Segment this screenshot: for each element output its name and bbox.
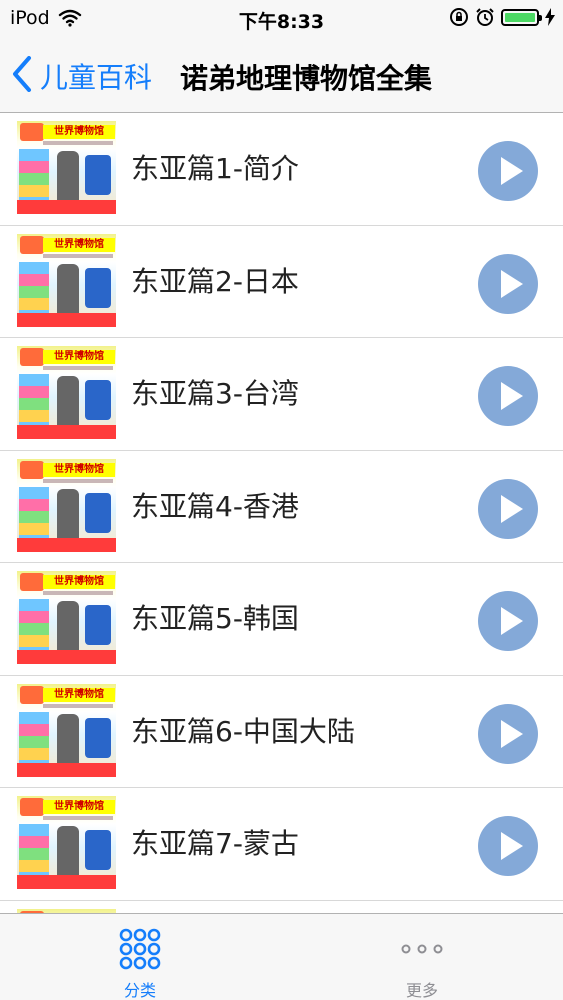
- episode-list: 世界博物馆 东亚篇1-简介 世界博物馆 东亚篇2-日本 世界博物馆 东亚篇3-台…: [0, 113, 563, 913]
- thumbnail-art: [85, 830, 111, 870]
- list-item[interactable]: 世界博物馆: [0, 901, 563, 913]
- app-screen: iPod 下午8:33 儿童百科 诺弟地理博物馆全集 世界博物馆 东亚篇1-简介…: [0, 0, 563, 1000]
- play-icon: [501, 382, 523, 410]
- battery-icon: [501, 8, 542, 26]
- list-item[interactable]: 世界博物馆 东亚篇3-台湾: [0, 338, 563, 451]
- episode-title: 东亚篇5-韩国: [131, 602, 299, 635]
- thumbnail-title: 世界博物馆: [43, 800, 115, 814]
- list-item[interactable]: 世界博物馆 东亚篇1-简介: [0, 113, 563, 226]
- play-button[interactable]: [478, 366, 538, 426]
- orientation-lock-icon: [449, 7, 469, 27]
- thumbnail-art: [17, 762, 116, 777]
- tab-label: 分类: [123, 981, 156, 1000]
- episode-thumbnail: 世界博物馆: [17, 458, 116, 552]
- thumbnail-logo: [20, 798, 44, 816]
- play-button[interactable]: [478, 703, 538, 764]
- thumbnail-title: 世界博物馆: [43, 575, 115, 589]
- thumbnail-art: [85, 155, 111, 195]
- thumbnail-art: [17, 875, 116, 889]
- episode-title: 东亚篇4-香港: [131, 489, 299, 523]
- thumbnail-art: [17, 537, 116, 552]
- episode-thumbnail: 世界博物馆: [17, 683, 116, 777]
- play-icon: [501, 719, 523, 748]
- thumbnail-subtitle: [43, 141, 113, 145]
- navigation-bar: 儿童百科 诺弟地理博物馆全集: [0, 38, 563, 113]
- play-icon: [501, 494, 523, 523]
- grid-icon: [119, 928, 161, 974]
- list-item[interactable]: 世界博物馆 东亚篇4-香港: [0, 451, 563, 563]
- thumbnail-logo: [20, 348, 44, 366]
- back-button[interactable]: 儿童百科: [12, 56, 152, 96]
- thumbnail-art: [85, 492, 111, 533]
- thumbnail-logo: [20, 573, 44, 591]
- thumbnail-title: 世界博物馆: [43, 462, 115, 477]
- episode-thumbnail: 世界博物馆: [17, 121, 116, 214]
- play-button[interactable]: [478, 591, 538, 651]
- status-bar: iPod 下午8:33: [0, 0, 563, 38]
- thumbnail-subtitle: [43, 366, 113, 370]
- thumbnail-art: [85, 717, 111, 758]
- thumbnail-subtitle: [43, 703, 113, 708]
- list-item[interactable]: 世界博物馆 东亚篇6-中国大陆: [0, 676, 563, 788]
- alarm-icon: [475, 7, 495, 27]
- list-item[interactable]: 世界博物馆 东亚篇7-蒙古: [0, 788, 563, 901]
- thumbnail-art: [85, 267, 111, 308]
- list-item[interactable]: 世界博物馆 东亚篇2-日本: [0, 226, 563, 338]
- thumbnail-subtitle: [43, 478, 113, 483]
- episode-title: 东亚篇2-日本: [131, 264, 299, 298]
- thumbnail-subtitle: [43, 591, 113, 595]
- thumbnail-art: [17, 312, 116, 327]
- more-dots-icon: [400, 940, 444, 959]
- play-icon: [501, 269, 523, 298]
- thumbnail-art: [17, 425, 116, 439]
- play-icon: [501, 157, 523, 185]
- thumbnail-logo: [20, 460, 44, 479]
- battery-level: [505, 12, 535, 22]
- tab-bar: 分类 更多: [0, 913, 563, 1000]
- chevron-left-icon: [12, 56, 32, 96]
- tab-more[interactable]: 更多: [352, 914, 492, 1000]
- play-button[interactable]: [478, 816, 538, 876]
- thumbnail-art: [17, 650, 116, 664]
- play-icon: [501, 832, 523, 860]
- episode-title: 东亚篇1-简介: [131, 152, 299, 185]
- episode-thumbnail: 世界博物馆: [17, 346, 116, 439]
- play-icon: [501, 607, 523, 635]
- episode-title: 东亚篇7-蒙古: [131, 827, 299, 860]
- tab-categories[interactable]: 分类: [70, 914, 210, 1000]
- episode-thumbnail: 世界博物馆: [17, 233, 116, 327]
- tab-label: 更多: [405, 981, 438, 1000]
- episode-title: 东亚篇3-台湾: [131, 377, 299, 410]
- episode-title: 东亚篇6-中国大陆: [131, 714, 355, 748]
- play-button[interactable]: [478, 253, 538, 314]
- episode-thumbnail: 世界博物馆: [17, 571, 116, 664]
- thumbnail-title: 世界博物馆: [43, 350, 115, 364]
- thumbnail-title: 世界博物馆: [43, 125, 115, 139]
- thumbnail-logo: [20, 235, 44, 254]
- status-right: [449, 7, 555, 27]
- thumbnail-logo: [20, 685, 44, 704]
- thumbnail-art: [85, 605, 111, 645]
- back-label: 儿童百科: [40, 61, 153, 94]
- thumbnail-title: 世界博物馆: [43, 237, 115, 252]
- episode-thumbnail: 世界博物馆: [17, 796, 116, 889]
- thumbnail-art: [17, 200, 116, 214]
- page-title: 诺弟地理博物馆全集: [180, 62, 433, 95]
- list-item[interactable]: 世界博物馆 东亚篇5-韩国: [0, 563, 563, 676]
- charging-icon: [545, 8, 555, 26]
- play-button[interactable]: [478, 478, 538, 539]
- thumbnail-subtitle: [43, 816, 113, 820]
- play-button[interactable]: [478, 141, 538, 201]
- thumbnail-subtitle: [43, 253, 113, 258]
- thumbnail-logo: [20, 123, 44, 141]
- thumbnail-title: 世界博物馆: [43, 687, 115, 702]
- thumbnail-art: [85, 380, 111, 420]
